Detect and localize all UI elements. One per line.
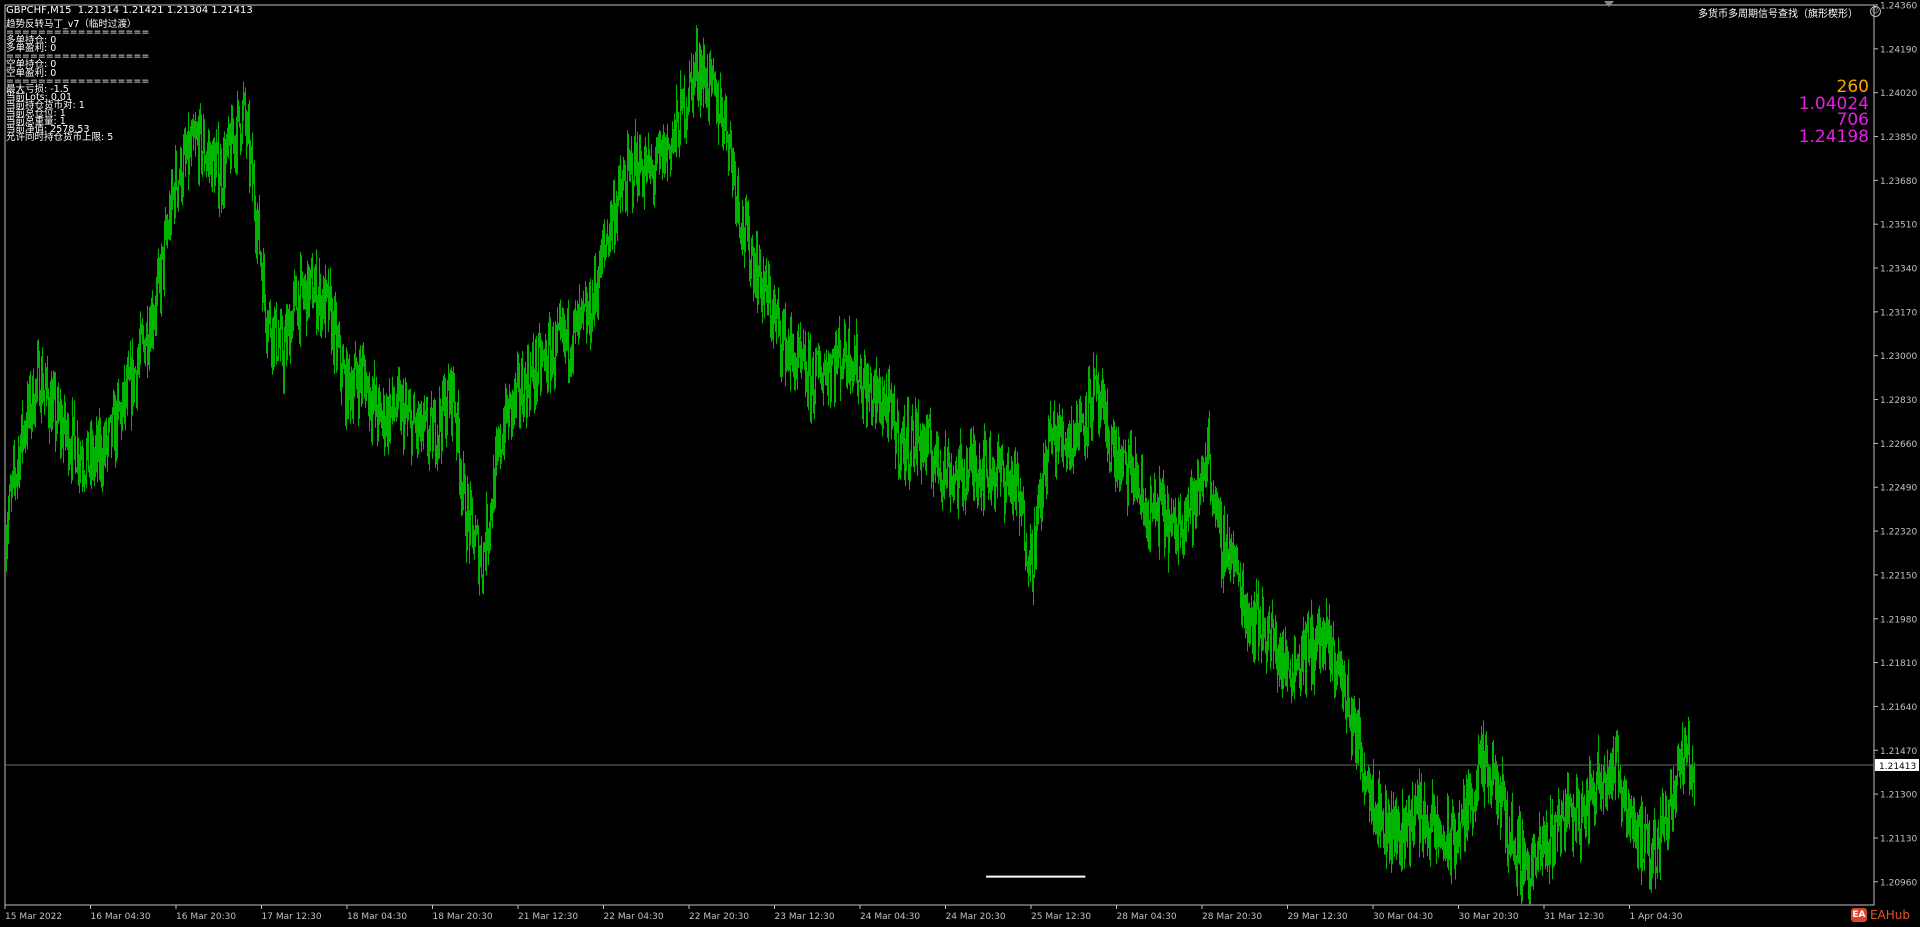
y-tick-label: 1.21130 xyxy=(1880,834,1917,844)
x-tick-label: 21 Mar 12:30 xyxy=(518,912,578,922)
stats-panel: 260 1.04024 706 1.24198 xyxy=(1799,79,1869,145)
x-tick-label: 25 Mar 12:30 xyxy=(1031,912,1091,922)
x-tick-label: 23 Mar 12:30 xyxy=(775,912,835,922)
eahub-logo: EA EAHub xyxy=(1850,908,1910,922)
x-tick-label: 24 Mar 20:30 xyxy=(946,912,1006,922)
x-tick-label: 18 Mar 20:30 xyxy=(433,912,493,922)
x-tick-label: 17 Mar 12:30 xyxy=(262,912,322,922)
y-tick-label: 1.24360 xyxy=(1880,2,1917,12)
y-tick-label: 1.23680 xyxy=(1880,177,1917,187)
chart-shift-marker[interactable] xyxy=(1604,1,1614,7)
y-tick-label: 1.21300 xyxy=(1880,791,1917,801)
x-tick-label: 18 Mar 04:30 xyxy=(347,912,407,922)
stat-value: 1.24198 xyxy=(1798,126,1869,147)
y-tick-label: 1.21980 xyxy=(1880,615,1917,625)
x-tick-label: 30 Mar 20:30 xyxy=(1459,912,1519,922)
y-tick-label: 1.23850 xyxy=(1880,133,1917,143)
x-tick-label: 30 Mar 04:30 xyxy=(1373,912,1433,922)
y-tick-label: 1.24020 xyxy=(1880,89,1917,99)
x-tick-label: 22 Mar 04:30 xyxy=(604,912,664,922)
price-chart[interactable]: 1.21413 1.24360 1.24190 1.24020 1.23850 1.23… xyxy=(0,0,1920,927)
x-tick-label: 28 Mar 20:30 xyxy=(1202,912,1262,922)
panel-line: 允许同时持仓货币上限: 5 xyxy=(6,132,114,144)
x-tick-label: 16 Mar 04:30 xyxy=(91,912,151,922)
eahub-logo-text: EAHub xyxy=(1869,908,1910,922)
eahub-logo-icon: EA xyxy=(1850,908,1867,922)
smile-icon[interactable]: ☺ xyxy=(1870,6,1881,17)
y-tick-label: 1.24190 xyxy=(1880,45,1917,55)
y-tick-label: 1.22490 xyxy=(1880,484,1917,494)
symbol-info: GBPCHF,M15 1.21314 1.21421 1.21304 1.214… xyxy=(6,5,253,16)
y-tick-label: 1.22660 xyxy=(1880,440,1917,450)
y-tick-label: 1.22830 xyxy=(1880,396,1917,406)
x-tick-label: 15 Mar 2022 xyxy=(5,912,62,922)
x-tick-label: 29 Mar 12:30 xyxy=(1288,912,1348,922)
y-tick-label: 1.23000 xyxy=(1880,352,1917,362)
x-tick-label: 16 Mar 20:30 xyxy=(176,912,236,922)
indicator-name: 多货币多周期信号查找（旗形楔形） xyxy=(1698,9,1858,20)
ea-info-panel: 趋势反转马丁_v7（临时过渡） ================== 多单持仓: 0… xyxy=(6,20,149,144)
x-tick-label: 22 Mar 20:30 xyxy=(689,912,749,922)
x-tick-label: 24 Mar 04:30 xyxy=(860,912,920,922)
current-price-label: 1.21413 xyxy=(1879,762,1916,772)
x-tick-label: 1 Apr 04:30 xyxy=(1630,912,1683,922)
price-axis[interactable]: 1.24360 1.24190 1.24020 1.23850 1.23680 1.235… xyxy=(1874,2,1917,889)
x-tick-label: 28 Mar 04:30 xyxy=(1117,912,1177,922)
y-tick-label: 1.21640 xyxy=(1880,703,1917,713)
y-tick-label: 1.23340 xyxy=(1880,265,1917,275)
y-tick-label: 1.20960 xyxy=(1880,878,1917,888)
y-tick-label: 1.22150 xyxy=(1880,571,1917,581)
y-tick-label: 1.23510 xyxy=(1880,221,1917,231)
x-tick-label: 31 Mar 12:30 xyxy=(1544,912,1604,922)
y-tick-label: 1.21810 xyxy=(1880,659,1917,669)
y-tick-label: 1.22320 xyxy=(1880,528,1917,538)
y-tick-label: 1.21470 xyxy=(1880,747,1917,757)
y-tick-label: 1.23170 xyxy=(1880,308,1917,318)
